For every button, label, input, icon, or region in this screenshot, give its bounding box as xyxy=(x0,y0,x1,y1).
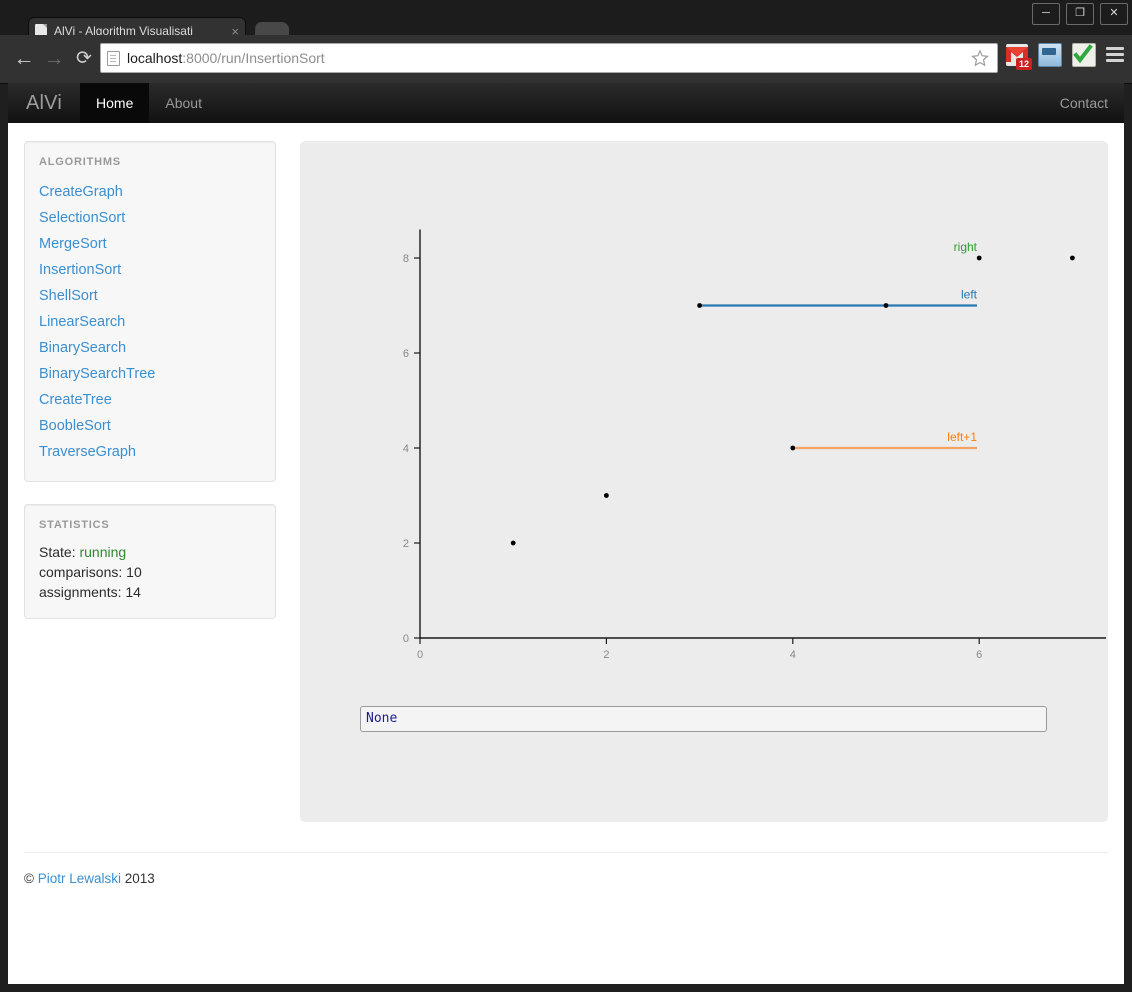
sidebar: ALGORITHMS CreateGraph SelectionSort Mer… xyxy=(24,141,276,822)
algorithms-panel: ALGORITHMS CreateGraph SelectionSort Mer… xyxy=(24,141,276,482)
nav-item-about[interactable]: About xyxy=(149,83,218,123)
url-host: localhost xyxy=(127,50,183,66)
copyright-symbol: © xyxy=(24,871,34,886)
x-tick-label: 6 xyxy=(976,649,982,661)
brand-logo[interactable]: AlVi xyxy=(8,83,80,123)
data-point xyxy=(790,445,796,451)
data-point xyxy=(604,493,609,498)
sidebar-item-mergesort[interactable]: MergeSort xyxy=(39,231,261,257)
forward-icon[interactable]: → xyxy=(40,45,68,73)
stat-assignments: assignments: 14 xyxy=(39,582,261,602)
sidebar-item-booblesort[interactable]: BoobleSort xyxy=(39,413,261,439)
data-point xyxy=(976,255,982,261)
checkmark-icon[interactable] xyxy=(1072,43,1096,67)
x-tick-label: 2 xyxy=(603,649,609,661)
blue-extension-icon[interactable] xyxy=(1038,43,1062,67)
marker-label-left: left xyxy=(961,288,978,302)
console-input[interactable] xyxy=(360,706,1047,732)
marker-label-left+1: left+1 xyxy=(947,430,977,444)
sidebar-item-binarysearchtree[interactable]: BinarySearchTree xyxy=(39,361,261,387)
page-footer: © Piotr Lewalski 2013 xyxy=(24,852,1108,886)
sidebar-item-creategraph[interactable]: CreateGraph xyxy=(39,179,261,205)
stat-state-label: State: xyxy=(39,544,76,560)
stat-state: State: running xyxy=(39,542,261,562)
sidebar-item-shellsort[interactable]: ShellSort xyxy=(39,283,261,309)
statistics-panel: STATISTICS State: running comparisons: 1… xyxy=(24,504,276,619)
copyright-year: 2013 xyxy=(124,871,155,886)
sidebar-item-insertionsort[interactable]: InsertionSort xyxy=(39,257,261,283)
y-tick-label: 2 xyxy=(403,538,409,550)
site-navbar: AlVi Home About Contact xyxy=(8,83,1124,123)
page-viewport: AlVi Home About Contact ALGORITHMS Creat… xyxy=(8,83,1124,984)
x-tick-label: 0 xyxy=(417,649,423,661)
author-link[interactable]: Piotr Lewalski xyxy=(38,871,121,886)
bookmark-star-icon[interactable] xyxy=(971,49,989,67)
nav-item-contact[interactable]: Contact xyxy=(1044,83,1124,123)
marker-label-right: right xyxy=(954,240,978,254)
reload-icon[interactable]: ⟳ xyxy=(70,45,98,73)
data-point xyxy=(697,303,702,308)
menu-bar-3 xyxy=(1106,59,1124,62)
y-tick-label: 6 xyxy=(403,348,409,360)
statistics-title: STATISTICS xyxy=(39,519,110,531)
stat-comparisons: comparisons: 10 xyxy=(39,562,261,582)
tab-strip: AlVi - Algorithm Visualisati × xyxy=(0,17,1132,44)
extension-icons: 12 xyxy=(1006,43,1124,70)
visualisation-panel: 0246802468rightleftleft+1 xyxy=(300,141,1108,822)
url-path: :8000/run/InsertionSort xyxy=(182,50,325,66)
stat-assignments-label: assignments: xyxy=(39,584,122,600)
algorithms-title: ALGORITHMS xyxy=(39,156,121,168)
menu-bar-2 xyxy=(1106,53,1124,56)
gmail-unread-badge: 12 xyxy=(1015,58,1032,70)
sidebar-item-binarysearch[interactable]: BinarySearch xyxy=(39,335,261,361)
browser-window: ─ ❐ ✕ AlVi - Algorithm Visualisati × ← →… xyxy=(0,0,1132,992)
sidebar-item-linearsearch[interactable]: LinearSearch xyxy=(39,309,261,335)
y-tick-label: 8 xyxy=(403,253,409,265)
hamburger-menu-icon[interactable] xyxy=(1106,47,1124,63)
nav-item-home[interactable]: Home xyxy=(80,83,150,123)
address-bar[interactable]: localhost:8000/run/InsertionSort xyxy=(100,43,998,73)
sidebar-item-selectionsort[interactable]: SelectionSort xyxy=(39,205,261,231)
data-point xyxy=(883,303,889,308)
data-point xyxy=(510,540,516,546)
sidebar-item-createtree[interactable]: CreateTree xyxy=(39,387,261,413)
gmail-icon[interactable]: 12 xyxy=(1006,44,1032,70)
y-tick-label: 4 xyxy=(403,443,409,455)
page-info-icon xyxy=(107,50,120,66)
sidebar-item-traversegraph[interactable]: TraverseGraph xyxy=(39,439,261,465)
data-point xyxy=(1070,255,1075,261)
x-tick-label: 4 xyxy=(790,649,796,661)
stat-comparisons-label: comparisons: xyxy=(39,564,123,580)
page-body: ALGORITHMS CreateGraph SelectionSort Mer… xyxy=(8,123,1124,822)
y-tick-label: 0 xyxy=(403,633,409,645)
browser-toolbar: ← → ⟳ localhost:8000/run/InsertionSort 1… xyxy=(0,35,1132,84)
stat-comparisons-value: 10 xyxy=(126,564,142,580)
status-badge: running xyxy=(79,544,127,560)
algorithm-plot: 0246802468rightleftleft+1 xyxy=(403,229,1106,661)
menu-bar-1 xyxy=(1106,47,1124,50)
back-icon[interactable]: ← xyxy=(10,45,38,73)
url-text: localhost:8000/run/InsertionSort xyxy=(127,50,971,66)
stat-assignments-value: 14 xyxy=(125,584,141,600)
